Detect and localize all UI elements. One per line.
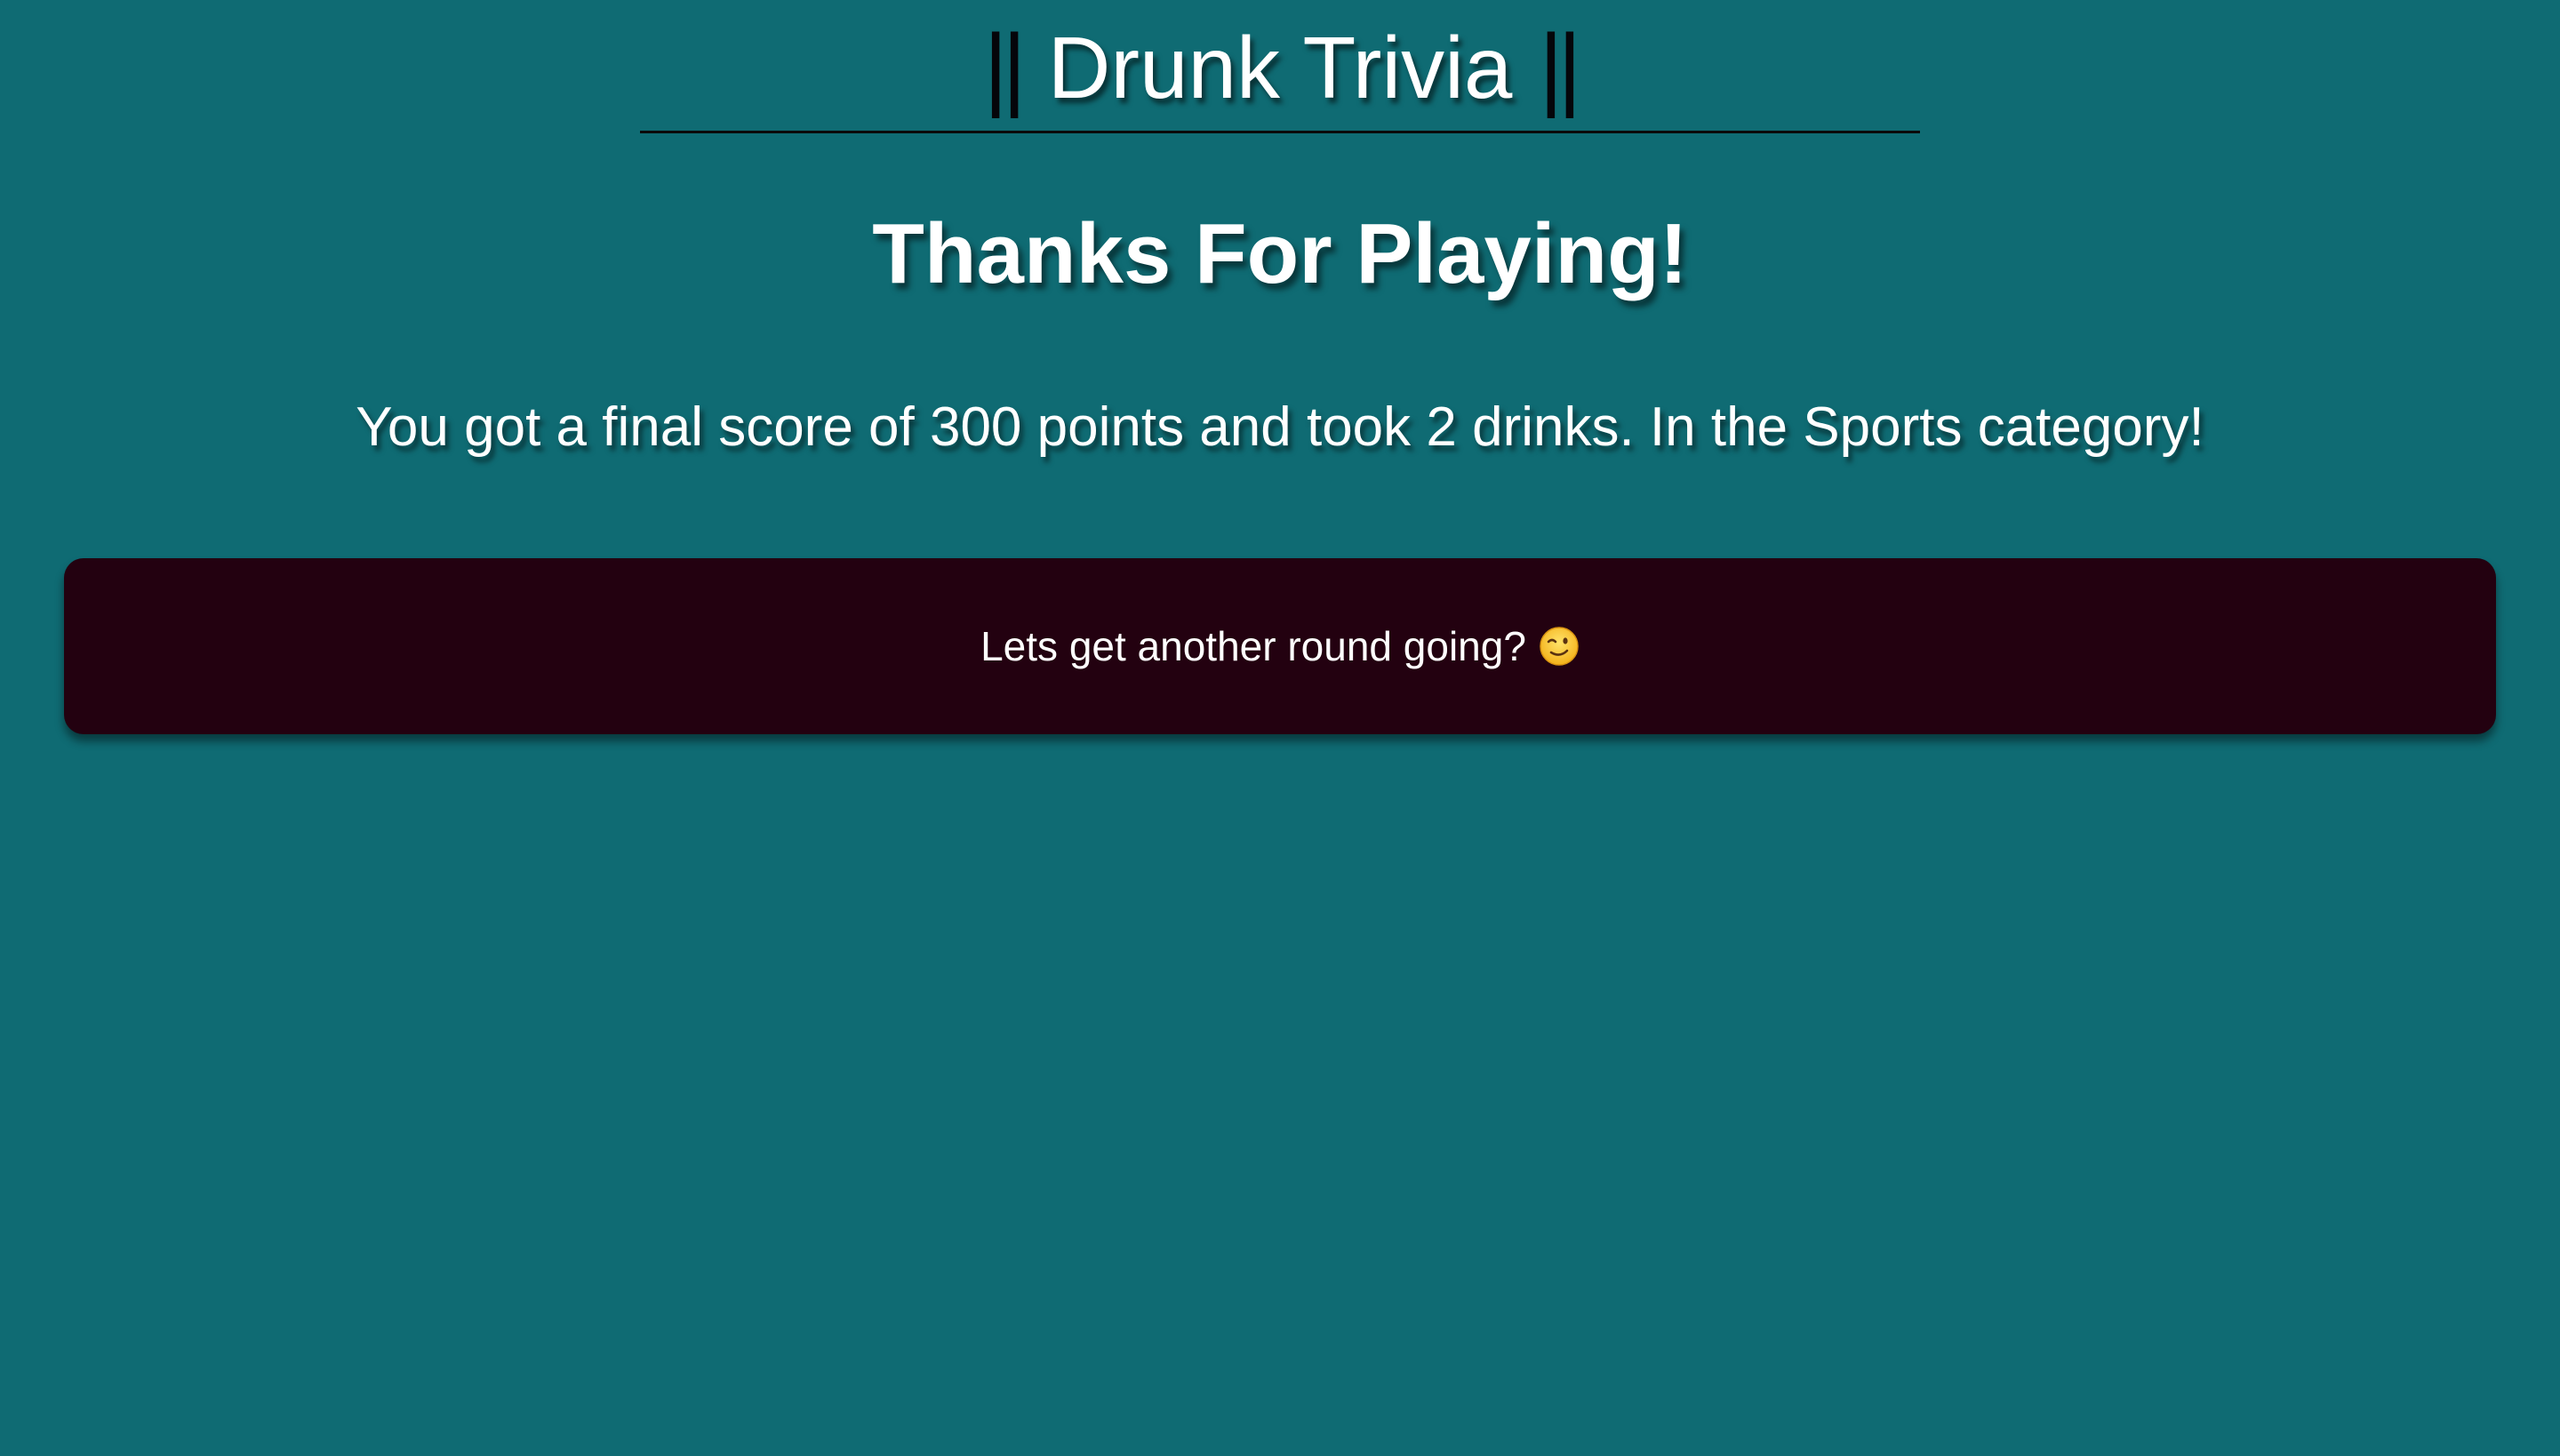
title-left-bars: || [983,15,1027,119]
final-score-summary: You got a final score of 300 points and … [356,396,2204,458]
thanks-heading: Thanks For Playing! [872,206,1688,301]
winking-face-icon [1539,626,1580,667]
site-header: || Drunk Trivia || [640,9,1920,133]
end-screen: || Drunk Trivia || Thanks For Playing! Y… [0,0,2560,1456]
play-again-label: Lets get another round going? [980,623,1526,669]
site-title: || Drunk Trivia || [983,15,1582,119]
app-title: Drunk Trivia [1047,18,1513,116]
play-again-content: Lets get another round going? [980,622,1580,670]
play-again-button[interactable]: Lets get another round going? [64,558,2496,734]
title-right-bars: || [1539,15,1581,119]
